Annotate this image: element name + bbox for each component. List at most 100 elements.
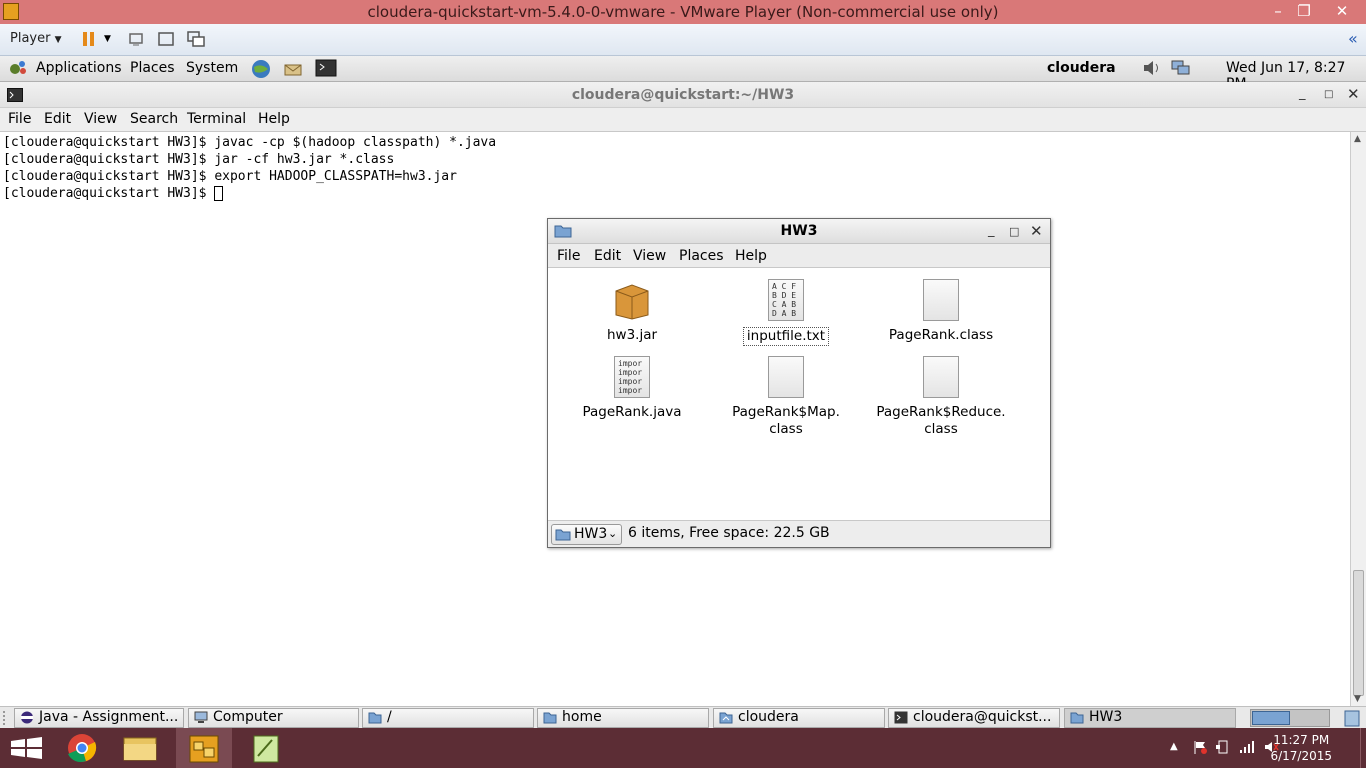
terminal-title-bar: cloudera@quickstart:~/HW3 _ □ ✕: [0, 82, 1366, 108]
jar-package-icon: [613, 279, 651, 321]
terminal-icon: [894, 711, 908, 724]
chrome-icon[interactable]: [54, 728, 110, 768]
task-terminal[interactable]: cloudera@quickst...: [888, 708, 1060, 728]
terminal-close-icon[interactable]: ✕: [1347, 85, 1360, 103]
file-close-icon[interactable]: ✕: [1030, 222, 1043, 240]
notepad-plus-icon[interactable]: [238, 728, 294, 768]
file-menu-help[interactable]: Help: [735, 248, 767, 264]
player-menu-button[interactable]: Player ▼: [10, 31, 62, 46]
network-icon[interactable]: [1170, 58, 1192, 78]
task-label: cloudera: [738, 709, 799, 725]
file-minimize-icon[interactable]: _: [988, 223, 995, 238]
class-file-icon: [923, 279, 959, 321]
wifi-signal-icon[interactable]: [1239, 739, 1255, 755]
show-desktop-button[interactable]: [1360, 728, 1366, 768]
file-name: hw3.jar: [606, 327, 658, 343]
file-item-pagerank-java[interactable]: impor impor impor impor PageRank.java: [557, 356, 707, 421]
scrollbar-thumb[interactable]: [1353, 570, 1364, 696]
trash-icon[interactable]: [1342, 708, 1362, 727]
vmware-title-bar: cloudera-quickstart-vm-5.4.0-0-vmware - …: [0, 0, 1366, 24]
file-explorer-icon[interactable]: [112, 728, 168, 768]
places-menu[interactable]: Places: [130, 60, 175, 76]
windows-clock[interactable]: 11:27 PM 6/17/2015: [1270, 732, 1332, 764]
pause-icon[interactable]: [80, 31, 98, 47]
scroll-up-arrow-icon[interactable]: ▲: [1354, 134, 1361, 144]
task-computer[interactable]: Computer: [188, 708, 359, 728]
send-ctrl-alt-del-icon[interactable]: [127, 31, 145, 47]
vmware-player-icon[interactable]: [176, 728, 232, 768]
device-icon[interactable]: [1215, 739, 1231, 755]
unity-icon[interactable]: [187, 31, 205, 47]
file-manager-status-bar: HW3 ⌄ 6 items, Free space: 22.5 GB: [548, 520, 1050, 547]
file-name: PageRank.class: [888, 327, 994, 343]
collapse-toolbar-icon[interactable]: «: [1348, 29, 1366, 48]
class-file-icon: [923, 356, 959, 398]
file-name-ext: class: [924, 421, 958, 437]
file-maximize-icon[interactable]: □: [1009, 225, 1019, 238]
file-manager-menu-bar: File Edit View Places Help: [548, 244, 1050, 268]
file-icon-view[interactable]: hw3.jar A C F B D E C A B D A B inputfil…: [548, 268, 1050, 520]
file-menu-view[interactable]: View: [633, 248, 666, 264]
folder-icon: [368, 711, 382, 724]
applications-menu[interactable]: Applications: [36, 60, 122, 76]
terminal-minimize-icon[interactable]: _: [1299, 86, 1306, 101]
pause-dropdown-icon[interactable]: ▼: [104, 34, 122, 50]
system-menu[interactable]: System: [186, 60, 238, 76]
terminal-menu-edit[interactable]: Edit: [44, 111, 71, 127]
mail-icon[interactable]: [282, 58, 304, 80]
terminal-scrollbar[interactable]: ▲ ▼: [1350, 132, 1366, 706]
file-preview: impor impor impor impor: [618, 359, 643, 395]
gnome-window-list: Java - Assignment... Computer / home clo…: [0, 706, 1366, 728]
file-item-hw3-jar[interactable]: hw3.jar: [557, 279, 707, 344]
terminal-menu-bar: File Edit View Search Terminal Help: [0, 108, 1366, 132]
terminal-cursor: [214, 186, 224, 201]
file-name: PageRank.java: [582, 404, 682, 420]
windows-start-icon[interactable]: [0, 728, 56, 768]
task-label: Computer: [213, 709, 283, 725]
task-hw3[interactable]: HW3: [1064, 708, 1236, 728]
task-home[interactable]: home: [537, 708, 709, 728]
file-manager-title-bar[interactable]: HW3 _ □ ✕: [548, 219, 1050, 244]
file-preview: A C F B D E C A B D A B: [772, 282, 797, 318]
file-menu-edit[interactable]: Edit: [594, 248, 621, 264]
terminal-menu-file[interactable]: File: [8, 111, 31, 127]
task-java-assignment[interactable]: Java - Assignment...: [14, 708, 184, 728]
current-user[interactable]: cloudera: [1047, 60, 1116, 76]
file-menu-places[interactable]: Places: [679, 248, 724, 264]
volume-icon[interactable]: [1141, 58, 1163, 78]
terminal-line: [cloudera@quickstart HW3]$ javac -cp $(h…: [3, 135, 497, 150]
workspace-1[interactable]: [1252, 711, 1290, 725]
location-dropdown[interactable]: HW3 ⌄: [551, 524, 622, 545]
terminal-menu-terminal[interactable]: Terminal: [187, 111, 246, 127]
task-label: /: [387, 709, 392, 725]
file-item-pagerank-map-class[interactable]: PageRank$Map. class: [711, 356, 861, 438]
task-cloudera[interactable]: cloudera: [713, 708, 885, 728]
scroll-down-arrow-icon[interactable]: ▼: [1354, 694, 1361, 704]
file-menu-file[interactable]: File: [557, 248, 580, 264]
maximize-icon[interactable]: ❐: [1291, 0, 1317, 24]
gnome-foot-icon: [8, 59, 28, 77]
browser-globe-icon[interactable]: [250, 58, 272, 80]
gnome-top-panel: Applications Places System cloudera Wed …: [0, 56, 1366, 92]
task-label: Java - Assignment...: [39, 709, 179, 725]
clock-time: 11:27 PM: [1273, 733, 1330, 747]
fullscreen-icon[interactable]: [157, 31, 175, 47]
terminal-menu-help[interactable]: Help: [258, 111, 290, 127]
minimize-icon[interactable]: –: [1265, 0, 1291, 24]
file-name-ext: class: [769, 421, 803, 437]
file-item-pagerank-reduce-class[interactable]: PageRank$Reduce. class: [866, 356, 1016, 438]
terminal-launcher-icon[interactable]: [315, 59, 337, 77]
task-root[interactable]: /: [362, 708, 534, 728]
file-name-wrap: PageRank$Reduce. class: [866, 404, 1016, 438]
terminal-maximize-icon[interactable]: □: [1324, 89, 1333, 100]
file-item-pagerank-class[interactable]: PageRank.class: [866, 279, 1016, 344]
terminal-menu-view[interactable]: View: [84, 111, 117, 127]
close-icon[interactable]: ✕: [1327, 0, 1357, 24]
file-item-inputfile-txt[interactable]: A C F B D E C A B D A B inputfile.txt: [711, 279, 861, 346]
status-text: 6 items, Free space: 22.5 GB: [628, 525, 830, 541]
workspace-switcher[interactable]: [1250, 709, 1330, 727]
terminal-window-title: cloudera@quickstart:~/HW3: [571, 87, 795, 103]
show-hidden-icons-icon[interactable]: ▲: [1170, 741, 1178, 752]
terminal-menu-search[interactable]: Search: [130, 111, 178, 127]
action-center-flag-icon[interactable]: [1192, 739, 1208, 755]
